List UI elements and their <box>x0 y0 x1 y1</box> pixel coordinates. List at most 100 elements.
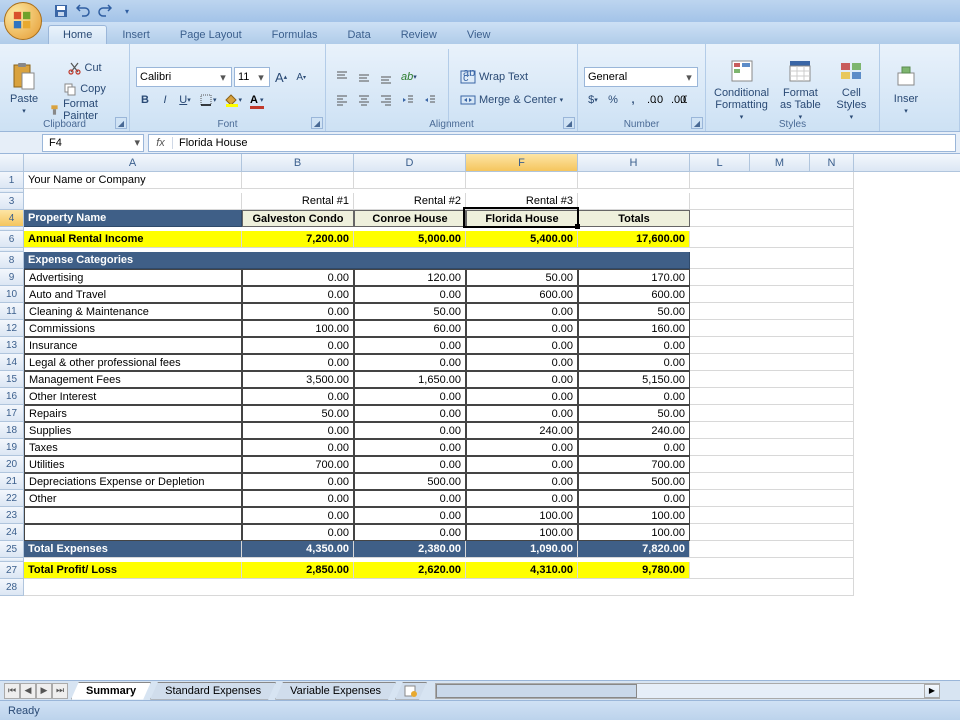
cell[interactable]: 500.00 <box>578 473 690 490</box>
insert-cells-button[interactable]: Inser▾ <box>886 47 926 130</box>
cell[interactable]: 17,600.00 <box>578 231 690 248</box>
cell[interactable]: 100.00 <box>242 320 354 337</box>
cell[interactable]: 5,150.00 <box>578 371 690 388</box>
cell[interactable]: 0.00 <box>466 473 578 490</box>
row-header-13[interactable]: 13 <box>0 337 24 354</box>
cell[interactable]: 1,650.00 <box>354 371 466 388</box>
tab-data[interactable]: Data <box>332 25 385 44</box>
col-header-D[interactable]: D <box>354 154 466 171</box>
tab-next-button[interactable]: ▶ <box>36 683 52 699</box>
cell[interactable]: 0.00 <box>466 439 578 456</box>
cell[interactable]: 0.00 <box>466 337 578 354</box>
paste-button[interactable]: Paste▾ <box>6 47 42 130</box>
bold-button[interactable]: B <box>136 90 154 110</box>
cell[interactable]: 50.00 <box>466 269 578 286</box>
row-header-25[interactable]: 25 <box>0 541 24 558</box>
cell[interactable]: 700.00 <box>578 456 690 473</box>
cell[interactable] <box>690 337 854 354</box>
formula-value[interactable]: Florida House <box>173 137 247 149</box>
sheet-tab-standard-expenses[interactable]: Standard Expenses <box>150 682 276 700</box>
cell[interactable]: 240.00 <box>466 422 578 439</box>
cell[interactable]: 0.00 <box>354 507 466 524</box>
row-header-28[interactable]: 28 <box>0 579 24 596</box>
cell[interactable]: 0.00 <box>242 337 354 354</box>
cell[interactable]: Rental #1 <box>242 193 354 210</box>
cell[interactable] <box>690 524 854 541</box>
cell[interactable]: Utilities <box>24 456 242 473</box>
cell[interactable]: 0.00 <box>242 524 354 541</box>
increase-decimal-button[interactable]: .0.00 <box>644 90 666 110</box>
conditional-formatting-button[interactable]: Conditional Formatting▾ <box>712 47 771 130</box>
cell[interactable]: 0.00 <box>354 439 466 456</box>
cell[interactable]: 9,780.00 <box>578 562 690 579</box>
cell[interactable]: Depreciations Expense or Depletion <box>24 473 242 490</box>
cell[interactable]: 160.00 <box>578 320 690 337</box>
cell[interactable]: 0.00 <box>354 354 466 371</box>
alignment-launcher[interactable]: ◢ <box>563 117 575 129</box>
col-header-F[interactable]: F <box>466 154 578 171</box>
cell[interactable]: 0.00 <box>354 490 466 507</box>
tab-prev-button[interactable]: ◀ <box>20 683 36 699</box>
cell[interactable]: 50.00 <box>578 303 690 320</box>
col-header-B[interactable]: B <box>242 154 354 171</box>
row-header-19[interactable]: 19 <box>0 439 24 456</box>
cell[interactable] <box>242 172 354 189</box>
cell[interactable] <box>690 562 854 579</box>
cell[interactable]: Rental #2 <box>354 193 466 210</box>
comma-button[interactable]: , <box>624 90 642 110</box>
align-bottom-button[interactable] <box>376 67 396 87</box>
decrease-indent-button[interactable] <box>398 90 418 110</box>
italic-button[interactable]: I <box>156 90 174 110</box>
cut-button[interactable]: Cut <box>46 58 123 78</box>
shrink-font-button[interactable]: A▾ <box>292 67 310 87</box>
cell[interactable] <box>690 320 854 337</box>
cell[interactable]: 2,620.00 <box>354 562 466 579</box>
cell[interactable] <box>690 371 854 388</box>
cell[interactable] <box>354 172 466 189</box>
cell[interactable] <box>690 252 854 269</box>
cell[interactable]: Other Interest <box>24 388 242 405</box>
cell[interactable] <box>690 507 854 524</box>
row-header-21[interactable]: 21 <box>0 473 24 490</box>
orientation-button[interactable]: ab▾ <box>398 67 420 87</box>
cell[interactable]: 0.00 <box>354 286 466 303</box>
row-header-10[interactable]: 10 <box>0 286 24 303</box>
row-header-22[interactable]: 22 <box>0 490 24 507</box>
clipboard-launcher[interactable]: ◢ <box>115 117 127 129</box>
cell[interactable]: 50.00 <box>242 405 354 422</box>
align-left-button[interactable] <box>332 90 352 110</box>
currency-button[interactable]: $▾ <box>584 90 602 110</box>
cell[interactable]: 0.00 <box>466 405 578 422</box>
col-header-H[interactable]: H <box>578 154 690 171</box>
cell[interactable] <box>690 269 854 286</box>
cell[interactable]: 240.00 <box>578 422 690 439</box>
cell[interactable] <box>690 193 854 210</box>
row-header-18[interactable]: 18 <box>0 422 24 439</box>
cell[interactable]: 170.00 <box>578 269 690 286</box>
col-header-M[interactable]: M <box>750 154 810 171</box>
cell[interactable]: Commissions <box>24 320 242 337</box>
wrap-text-button[interactable]: abcWrap Text <box>457 67 571 87</box>
underline-button[interactable]: U▾ <box>176 90 194 110</box>
number-launcher[interactable]: ◢ <box>691 117 703 129</box>
cell[interactable]: Total Expenses <box>24 541 242 558</box>
tab-first-button[interactable]: ⏮ <box>4 683 20 699</box>
row-header-27[interactable]: 27 <box>0 562 24 579</box>
cell[interactable]: 0.00 <box>466 354 578 371</box>
row-header-11[interactable]: 11 <box>0 303 24 320</box>
row-header-12[interactable]: 12 <box>0 320 24 337</box>
cell[interactable]: 60.00 <box>354 320 466 337</box>
cell[interactable]: 100.00 <box>578 524 690 541</box>
qat-customize[interactable]: ▾ <box>118 2 136 20</box>
border-button[interactable]: ▾ <box>196 90 220 110</box>
cell[interactable]: 1,090.00 <box>466 541 578 558</box>
cell[interactable]: Rental #3 <box>466 193 578 210</box>
cell[interactable]: 0.00 <box>466 320 578 337</box>
cell[interactable]: 0.00 <box>578 354 690 371</box>
cell[interactable] <box>690 286 854 303</box>
tab-view[interactable]: View <box>452 25 506 44</box>
align-right-button[interactable] <box>376 90 396 110</box>
cell[interactable] <box>690 231 854 248</box>
row-header-17[interactable]: 17 <box>0 405 24 422</box>
format-as-table-button[interactable]: Format as Table▾ <box>775 47 826 130</box>
